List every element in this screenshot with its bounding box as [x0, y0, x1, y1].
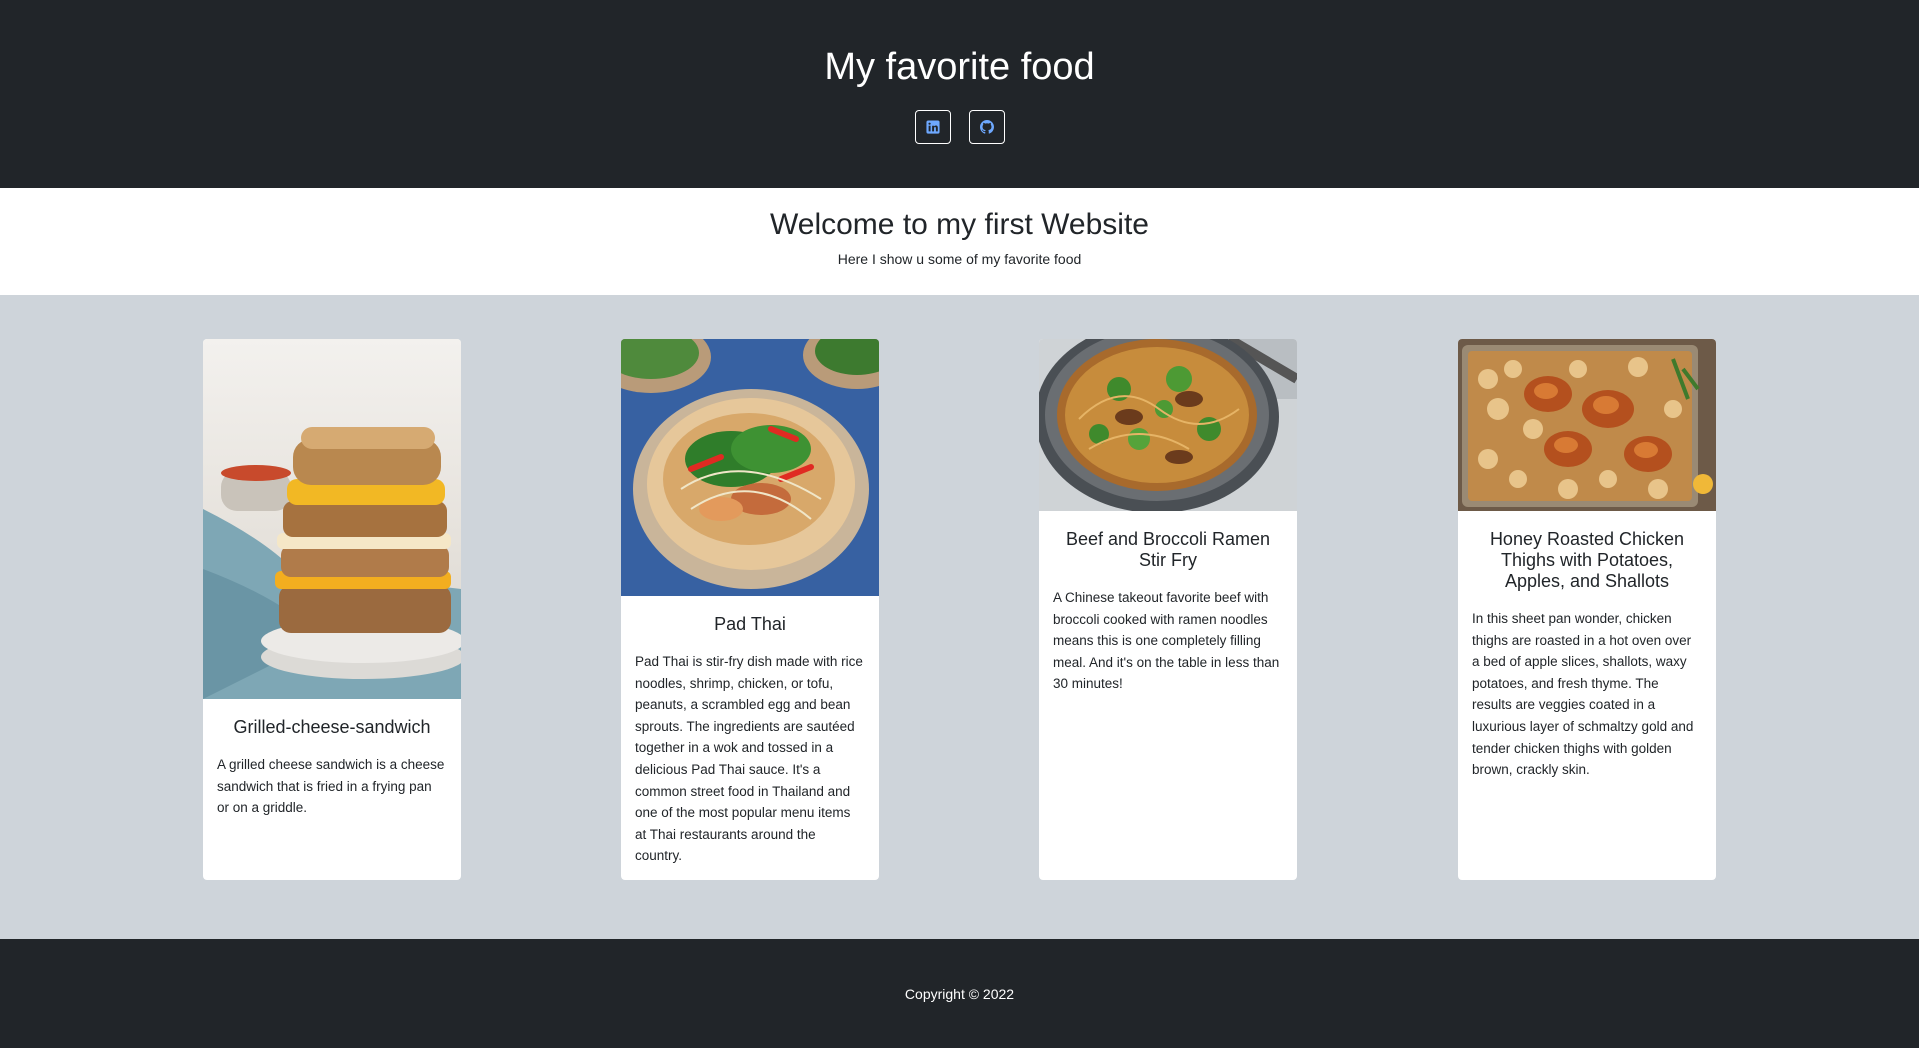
- card-text: Pad Thai is stir-fry dish made with rice…: [635, 654, 863, 864]
- github-button[interactable]: [968, 110, 1005, 144]
- card-title: Honey Roasted Chicken Thighs with Potato…: [1489, 529, 1685, 591]
- linkedin-icon: [925, 120, 940, 134]
- linkedin-button[interactable]: [914, 110, 951, 144]
- card-text: A Chinese takeout favorite beef with bro…: [1053, 590, 1280, 692]
- card-title: Beef and Broccoli Ramen Stir Fry: [1065, 529, 1271, 570]
- card-body: Pad Thai Pad Thai is stir-fry dish made …: [621, 596, 879, 867]
- card-text: A grilled cheese sandwich is a cheese sa…: [217, 757, 445, 816]
- site-footer: Copyright © 2022: [0, 939, 1919, 1048]
- welcome-title: Welcome to my first Website: [770, 208, 1149, 241]
- food-card-grilled-cheese: Grilled-cheese-sandwich A grilled cheese…: [203, 339, 461, 880]
- site-title: My favorite food: [824, 46, 1095, 88]
- welcome-section: Welcome to my first Website Here I show …: [0, 188, 1919, 295]
- grilled-cheese-image: [203, 339, 461, 699]
- card-title: Pad Thai: [714, 614, 786, 634]
- card-title: Grilled-cheese-sandwich: [233, 717, 431, 737]
- site-header: My favorite food: [0, 0, 1919, 188]
- copyright-text: Copyright © 2022: [904, 985, 1015, 1002]
- pad-thai-image: [621, 339, 879, 596]
- honey-chicken-image: [1458, 339, 1716, 511]
- welcome-subtitle: Here I show u some of my favorite food: [837, 251, 1082, 267]
- food-card-pad-thai: Pad Thai Pad Thai is stir-fry dish made …: [621, 339, 879, 880]
- food-card-beef-broccoli: Beef and Broccoli Ramen Stir Fry A Chine…: [1039, 339, 1297, 880]
- card-body: Beef and Broccoli Ramen Stir Fry A Chine…: [1039, 511, 1297, 695]
- card-body: Grilled-cheese-sandwich A grilled cheese…: [203, 699, 461, 819]
- food-card-honey-chicken: Honey Roasted Chicken Thighs with Potato…: [1458, 339, 1716, 880]
- card-body: Honey Roasted Chicken Thighs with Potato…: [1458, 511, 1716, 781]
- food-cards-section: Grilled-cheese-sandwich A grilled cheese…: [0, 295, 1919, 939]
- github-icon: [979, 120, 994, 134]
- social-links: [914, 110, 1005, 144]
- card-text: In this sheet pan wonder, chicken thighs…: [1472, 611, 1694, 778]
- beef-broccoli-image: [1039, 339, 1297, 511]
